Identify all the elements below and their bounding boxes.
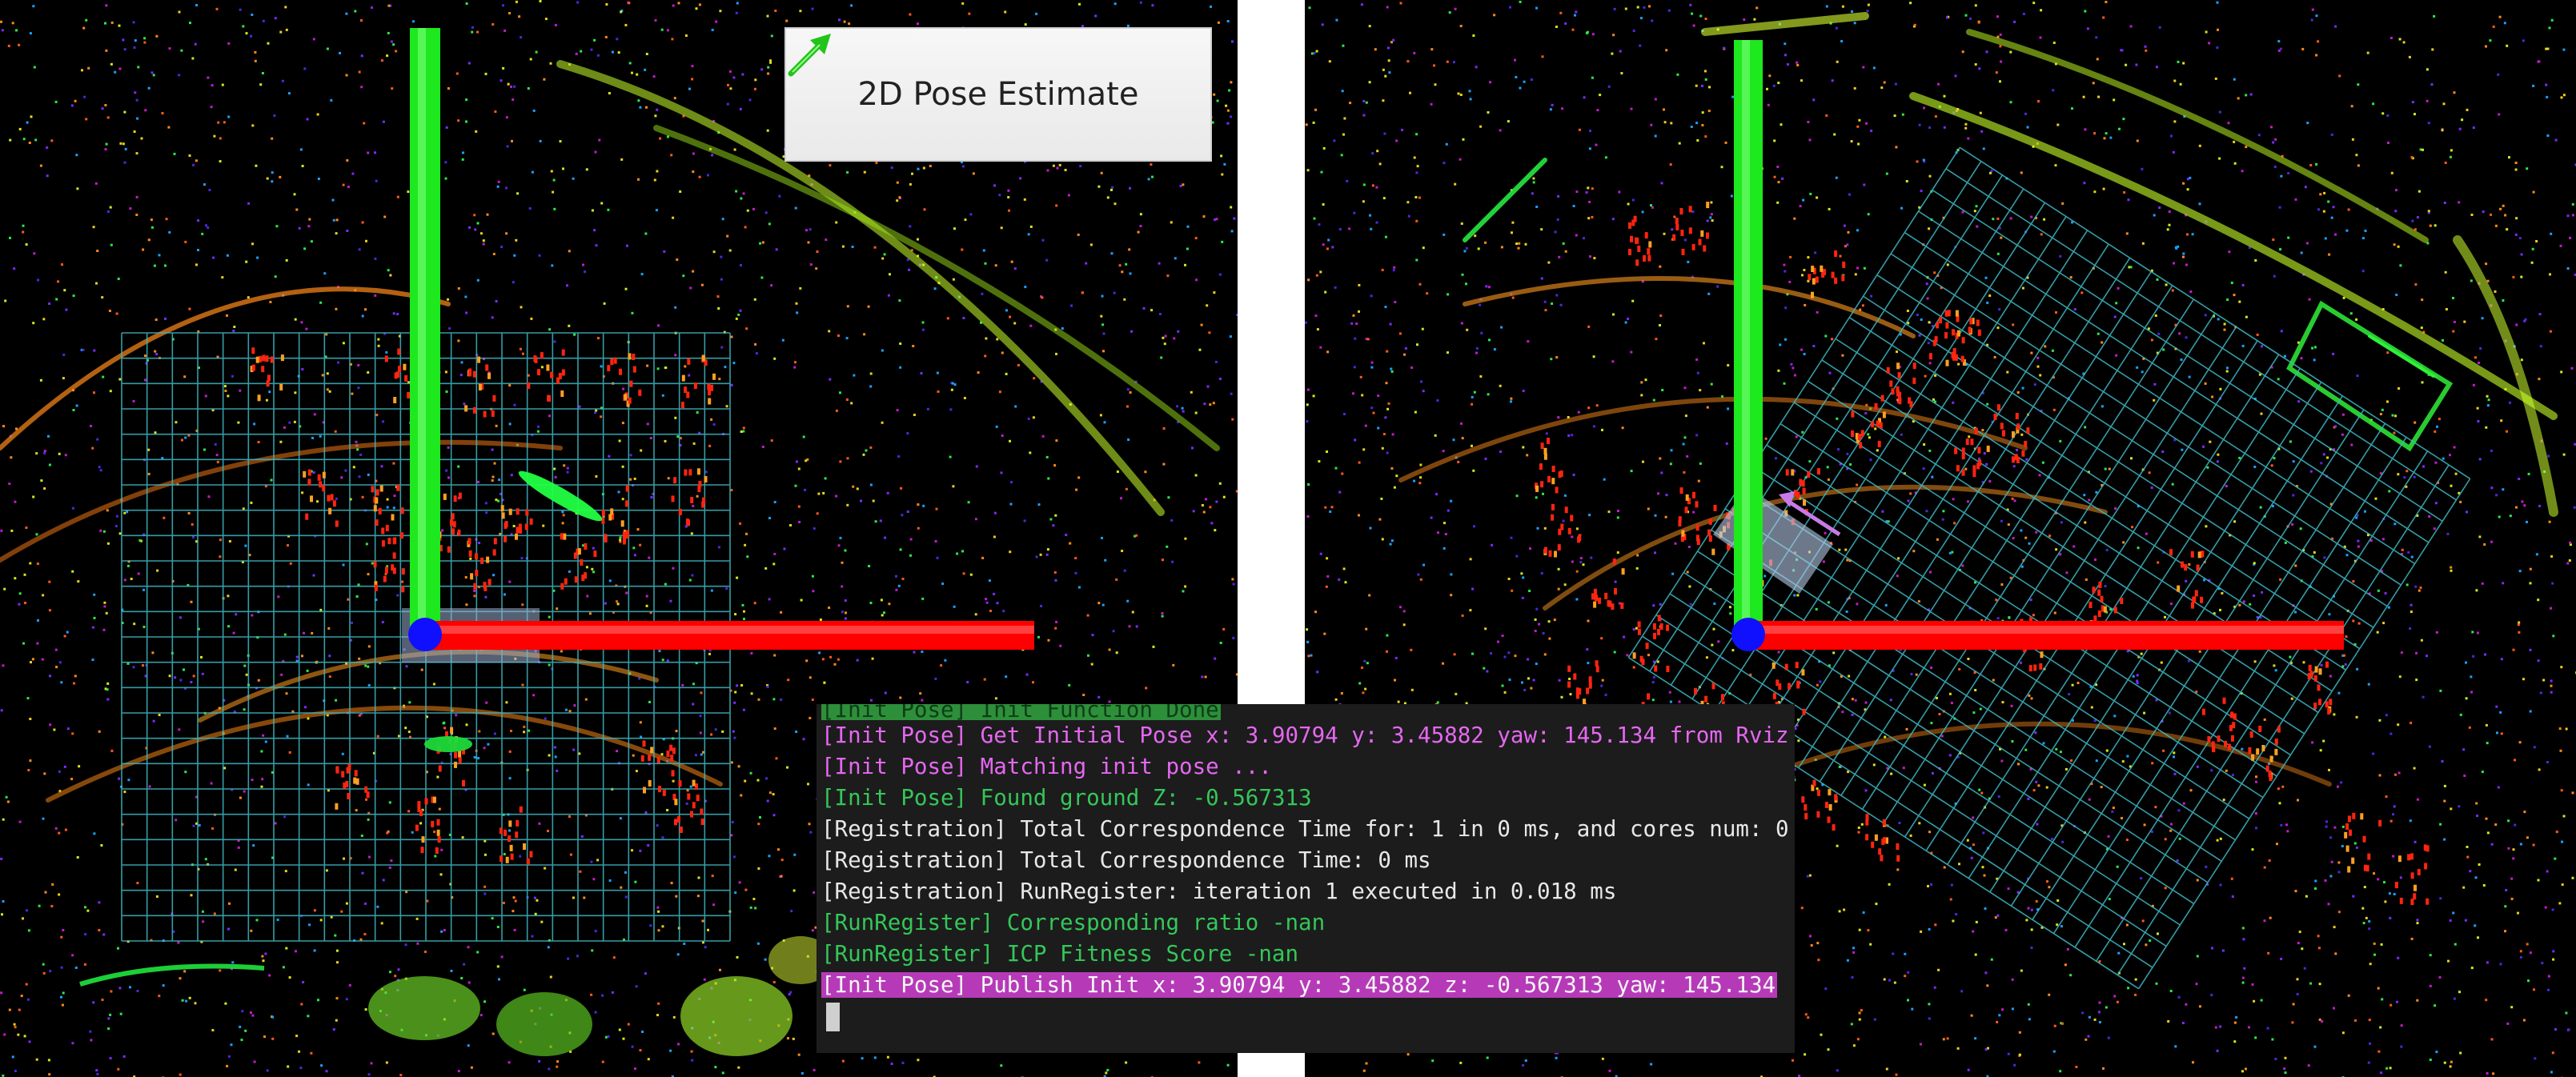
terminal-line: [Init Pose] Publish Init x: 3.90794 y: 3… [817, 970, 1795, 1001]
origin-marker [1731, 618, 1765, 651]
terminal-line: [Registration] RunRegister: iteration 1 … [817, 876, 1795, 907]
x-axis-arrow [424, 621, 1034, 650]
terminal-line: [Init Pose] Get Initial Pose x: 3.90794 … [817, 720, 1795, 751]
terminal-line-text: [Init Pose] Init Function Done [821, 704, 1221, 720]
terminal-output: [Init Pose] Init Function Done [Init Pose… [817, 704, 1795, 1053]
terminal-line: [Init Pose] Found ground Z: -0.567313 [817, 783, 1795, 814]
terminal-line: [RunRegister] ICP Fitness Score -nan [817, 939, 1795, 970]
terminal-line-text: [Registration] RunRegister: iteration 1 … [821, 879, 1617, 904]
terminal-line: [RunRegister] Corresponding ratio -nan [817, 907, 1795, 939]
origin-marker [408, 618, 442, 651]
terminal-cursor [826, 1003, 840, 1031]
terminal-line-text: [RunRegister] ICP Fitness Score -nan [821, 941, 1299, 967]
terminal-line: [Init Pose] Init Function Done [817, 704, 1795, 720]
terminal-line: [Registration] Total Correspondence Time… [817, 814, 1795, 845]
terminal-line-text: [Init Pose] Matching init pose ... [821, 754, 1272, 779]
terminal-line-text: [Registration] Total Correspondence Time… [821, 816, 1789, 842]
terminal-line: [Registration] Total Correspondence Time… [817, 845, 1795, 876]
terminal-line-text: [RunRegister] Corresponding ratio -nan [821, 910, 1326, 935]
terminal-line-text: [Init Pose] Found ground Z: -0.567313 [821, 785, 1312, 811]
x-axis-arrow [1747, 621, 2344, 650]
pose-button-label: 2D Pose Estimate [857, 76, 1139, 113]
terminal-line-text: [Init Pose] Get Initial Pose x: 3.90794 … [821, 723, 1795, 748]
terminal-cursor-line[interactable] [817, 1001, 1795, 1032]
terminal-line-text: [Registration] Total Correspondence Time… [821, 847, 1431, 873]
terminal-line-text: [Init Pose] Publish Init x: 3.90794 y: 3… [821, 972, 1778, 998]
terminal-line: [Init Pose] Matching init pose ... [817, 751, 1795, 783]
green-arrow-icon [788, 34, 831, 77]
2d-pose-estimate-button[interactable]: 2D Pose Estimate [784, 27, 1212, 162]
